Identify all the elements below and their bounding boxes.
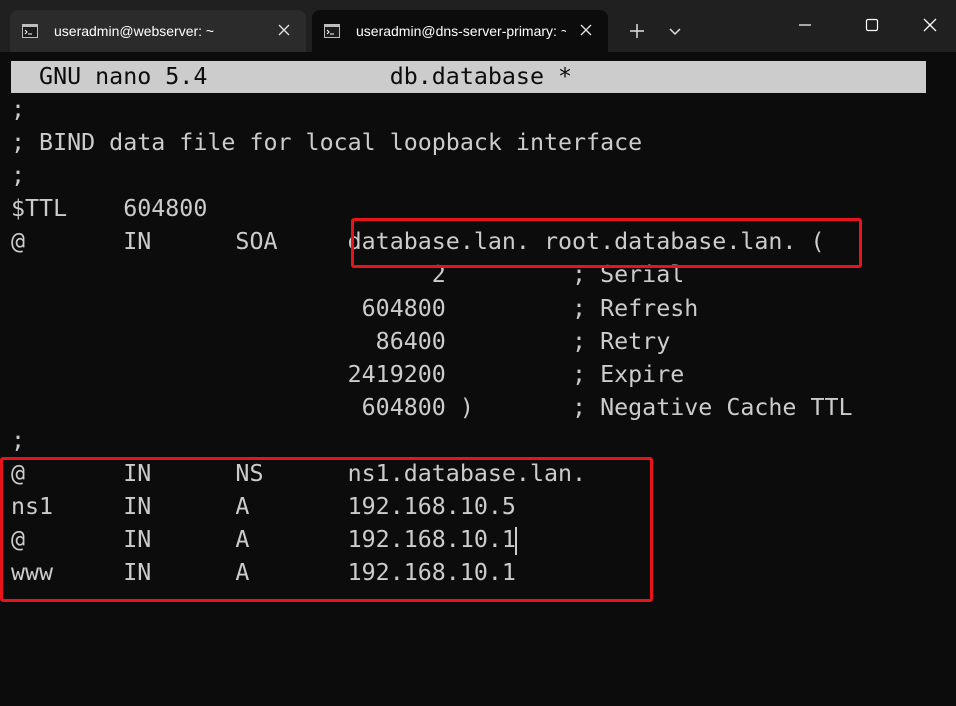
close-tab-icon[interactable] bbox=[274, 20, 294, 40]
tab-webserver[interactable]: useradmin@webserver: ~ bbox=[10, 10, 306, 52]
tab-dns-server-primary[interactable]: useradmin@dns-server-primary: ~ bbox=[312, 10, 608, 52]
editor-line: ; bbox=[11, 96, 26, 123]
close-window-icon[interactable] bbox=[915, 10, 945, 40]
records-highlight-box bbox=[0, 457, 653, 602]
editor-line: ; BIND data file for local loopback inte… bbox=[11, 129, 643, 157]
tab-label: useradmin@dns-server-primary: ~ bbox=[356, 23, 566, 39]
editor-line: 2419200 ; Expire bbox=[11, 360, 685, 388]
editor-line: 604800 ; Refresh bbox=[11, 294, 699, 322]
minimize-icon[interactable] bbox=[790, 10, 820, 40]
terminal-icon bbox=[324, 24, 340, 38]
new-tab-icon[interactable] bbox=[626, 20, 648, 42]
title-bar: useradmin@webserver: ~ useradmin@dns-ser… bbox=[0, 0, 956, 52]
nano-header-bar: GNU nano 5.4 db.database * bbox=[11, 61, 926, 93]
soa-highlight-box bbox=[351, 218, 862, 268]
editor-line: ; bbox=[11, 426, 26, 454]
close-tab-icon[interactable] bbox=[576, 20, 596, 40]
chevron-down-icon[interactable] bbox=[666, 22, 684, 40]
maximize-icon[interactable] bbox=[857, 10, 887, 40]
editor-line: ; bbox=[11, 162, 26, 190]
editor-line: 604800 ) ; Negative Cache TTL bbox=[11, 393, 853, 421]
editor-line: 86400 ; Retry bbox=[11, 327, 671, 355]
tab-label: useradmin@webserver: ~ bbox=[54, 23, 215, 39]
terminal-icon bbox=[22, 24, 38, 38]
